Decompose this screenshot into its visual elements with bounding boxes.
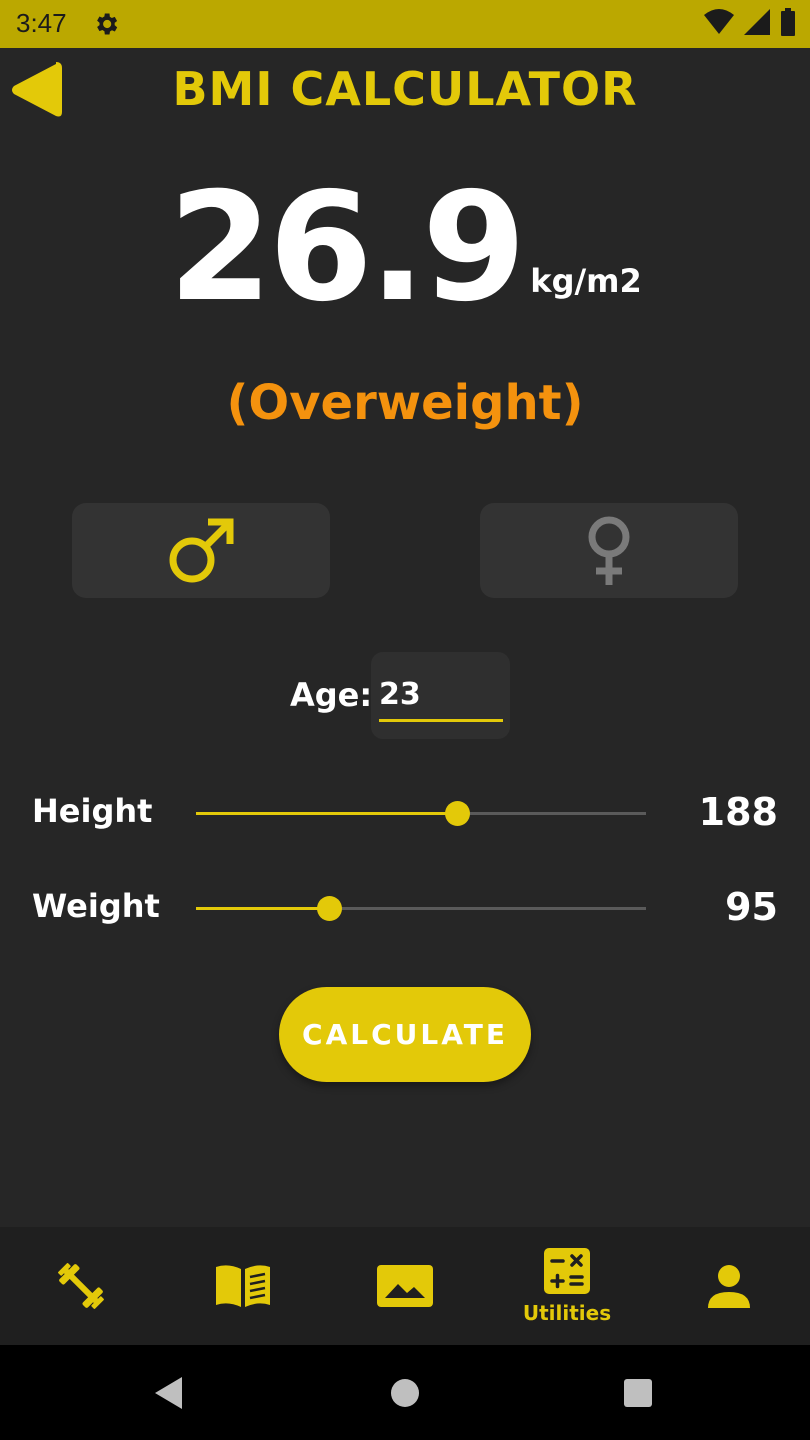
wifi-icon xyxy=(704,9,734,34)
battery-icon xyxy=(781,8,795,36)
height-label: Height xyxy=(32,792,153,830)
person-icon xyxy=(708,1265,750,1308)
weight-value: 95 xyxy=(725,885,778,929)
height-slider-fill xyxy=(196,812,457,815)
system-recents-icon[interactable] xyxy=(622,1375,654,1411)
calculate-button[interactable]: CALCULATE xyxy=(279,987,531,1082)
cellular-signal-icon xyxy=(744,9,770,35)
height-slider-thumb[interactable] xyxy=(445,801,470,826)
nav-label-utilities: Utilities xyxy=(522,1301,612,1325)
age-input[interactable] xyxy=(379,670,503,722)
system-back-icon[interactable] xyxy=(152,1375,186,1411)
female-symbol-icon xyxy=(588,516,630,585)
nav-item-workouts[interactable] xyxy=(0,1227,162,1345)
bmi-unit: kg/m2 xyxy=(530,262,642,300)
male-symbol-icon xyxy=(169,518,234,582)
nav-item-utilities[interactable]: Utilities xyxy=(486,1227,648,1345)
settings-gear-icon xyxy=(97,13,118,35)
male-button[interactable] xyxy=(72,503,330,598)
weight-slider[interactable] xyxy=(196,896,646,921)
status-time: 3:47 xyxy=(16,8,67,38)
weight-slider-thumb[interactable] xyxy=(317,896,343,921)
status-icons xyxy=(704,8,796,36)
calculator-icon xyxy=(544,1248,590,1294)
status-bar: 3:47 xyxy=(0,0,810,48)
female-button[interactable] xyxy=(480,503,738,598)
weight-slider-fill xyxy=(196,907,330,910)
page-title: BMI CALCULATOR xyxy=(172,62,638,116)
height-value: 188 xyxy=(698,790,778,834)
age-label: Age: xyxy=(290,676,373,714)
bmi-category: (Overweight) xyxy=(226,375,584,431)
nav-item-gallery[interactable] xyxy=(324,1227,486,1345)
bottom-nav: Utilities xyxy=(0,1227,810,1345)
nav-item-guides[interactable] xyxy=(162,1227,324,1345)
system-home-icon[interactable] xyxy=(389,1375,421,1411)
bmi-value: 26.9 xyxy=(168,161,526,335)
bmi-result: 26.9 kg/m2 xyxy=(0,168,810,328)
nav-item-profile[interactable] xyxy=(648,1227,810,1345)
image-icon xyxy=(377,1265,433,1307)
book-icon xyxy=(216,1265,270,1307)
weight-label: Weight xyxy=(32,887,160,925)
dumbbell-icon xyxy=(58,1263,104,1309)
system-nav-bar xyxy=(0,1345,810,1440)
age-field-container xyxy=(371,652,510,739)
height-slider[interactable] xyxy=(196,801,646,826)
